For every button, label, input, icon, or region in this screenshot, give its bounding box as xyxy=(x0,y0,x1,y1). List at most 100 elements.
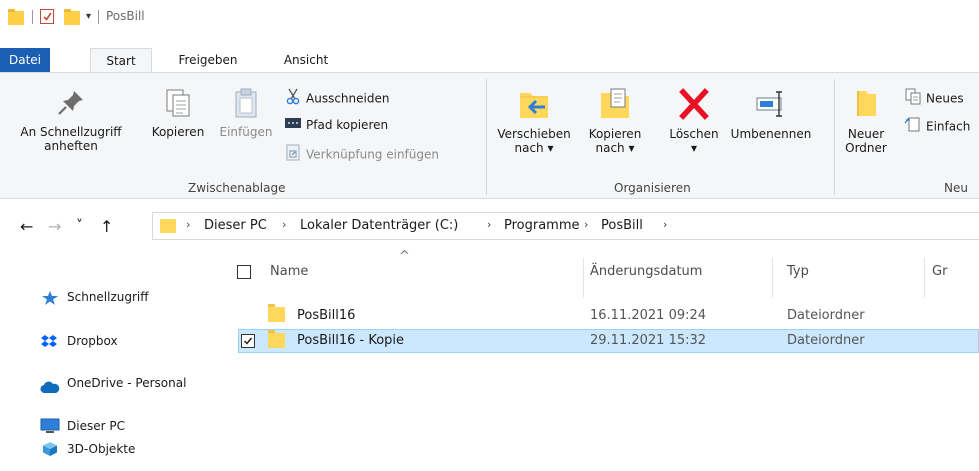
star-icon xyxy=(42,290,58,312)
move-to-label-2: nach ▾ xyxy=(514,141,554,155)
clipboard-icon xyxy=(230,87,262,119)
copy-icon xyxy=(162,87,194,119)
group-label-clipboard: Zwischenablage xyxy=(188,181,286,195)
back-button[interactable]: ← xyxy=(20,217,33,236)
group-separator xyxy=(834,79,835,195)
rename-button[interactable]: Umbenennen xyxy=(728,87,814,141)
tab-share[interactable]: Freigeben xyxy=(172,48,244,72)
copy-path-label: Pfad kopieren xyxy=(306,118,389,132)
recent-locations-button[interactable]: ˅ xyxy=(76,218,83,234)
pin-quick-access-button[interactable]: An Schnellzugriff anheften xyxy=(4,87,138,153)
path-icon xyxy=(284,116,302,136)
column-header-modified[interactable]: Änderungsdatum xyxy=(590,264,702,279)
folder-icon xyxy=(268,304,285,322)
pin-label: An Schnellzugriff xyxy=(20,125,122,139)
move-to-label: Verschieben xyxy=(497,127,571,141)
column-divider xyxy=(924,258,925,298)
row-checkbox[interactable] xyxy=(241,334,255,348)
nav-label: OneDrive - Personal xyxy=(67,376,187,390)
move-to-button[interactable]: Verschieben nach ▾ xyxy=(494,87,574,155)
folder-icon xyxy=(268,330,285,348)
tab-view[interactable]: Ansicht xyxy=(276,48,336,72)
scissors-icon xyxy=(284,87,302,111)
up-button[interactable]: ↑ xyxy=(100,217,113,236)
breadcrumb-separator: › xyxy=(186,218,191,231)
navigation-pane: Schnellzugriff Dropbox OneDrive - Person… xyxy=(0,250,215,471)
forward-button[interactable]: → xyxy=(48,217,61,236)
new-folder-icon[interactable] xyxy=(64,9,80,25)
paste-button[interactable]: Einfügen xyxy=(212,87,280,139)
copy-label: Kopieren xyxy=(151,125,205,139)
file-modified: 16.11.2021 09:24 xyxy=(590,308,707,323)
nav-item-quick-access[interactable]: Schnellzugriff xyxy=(0,286,210,308)
nav-label: Dieser PC xyxy=(67,419,125,433)
new-folder-label-2: Ordner xyxy=(845,141,887,155)
cut-label: Ausschneiden xyxy=(306,91,390,106)
ribbon: An Schnellzugriff anheften Kopieren Einf… xyxy=(0,72,979,199)
copy-to-label-2: nach ▾ xyxy=(595,141,635,155)
address-bar[interactable]: › Dieser PC › Lokaler Datenträger (C:) ›… xyxy=(152,212,979,240)
breadcrumb-programs[interactable]: Programme xyxy=(504,218,580,233)
file-modified: 29.11.2021 15:32 xyxy=(590,333,707,348)
delete-dropdown-icon[interactable]: ▾ xyxy=(662,141,726,155)
new-item-label: Neues xyxy=(926,91,964,106)
properties-icon[interactable] xyxy=(40,9,54,24)
breadcrumb-local-disk[interactable]: Lokaler Datenträger (C:) xyxy=(300,218,458,233)
table-row[interactable]: PosBill16 16.11.2021 09:24 Dateiordner xyxy=(238,304,979,328)
tab-file[interactable]: Datei xyxy=(0,48,50,72)
file-list: Name ^ Änderungsdatum Typ Gr PosBill16 1… xyxy=(225,249,979,471)
tab-start[interactable]: Start xyxy=(90,48,152,73)
column-header-type[interactable]: Typ xyxy=(787,264,809,279)
nav-item-this-pc[interactable]: Dieser PC xyxy=(0,415,210,437)
delete-label: Löschen xyxy=(669,127,719,141)
nav-item-onedrive[interactable]: OneDrive - Personal xyxy=(0,372,210,394)
paste-shortcut-label: Verknüpfung einfügen xyxy=(306,147,439,162)
copy-path-button[interactable]: Pfad kopieren xyxy=(284,115,388,135)
nav-item-3d-objects[interactable]: 3D-Objekte xyxy=(0,438,210,460)
nav-label: 3D-Objekte xyxy=(67,442,136,456)
title-bar: ▾ PosBill xyxy=(0,0,979,36)
copy-to-button[interactable]: Kopieren nach ▾ xyxy=(578,87,652,155)
breadcrumb-posbill[interactable]: PosBill xyxy=(601,218,643,233)
folder-icon xyxy=(8,9,24,25)
dropbox-icon xyxy=(40,334,58,357)
navigation-bar: ← → ˅ ↑ › Dieser PC › Lokaler Datenträge… xyxy=(0,208,979,244)
copy-to-icon xyxy=(598,87,632,121)
breadcrumb-separator: › xyxy=(487,218,492,231)
nav-item-dropbox[interactable]: Dropbox xyxy=(0,330,210,352)
pin-label-2: anheften xyxy=(44,139,98,153)
select-all-checkbox[interactable] xyxy=(237,265,251,279)
file-type: Dateiordner xyxy=(787,308,865,323)
column-header-size[interactable]: Gr xyxy=(932,264,947,279)
new-folder-icon xyxy=(852,87,880,121)
shortcut-icon xyxy=(284,143,302,167)
copy-to-label: Kopieren xyxy=(588,127,642,141)
toolbar-separator xyxy=(98,10,99,24)
copy-button[interactable]: Kopieren xyxy=(144,87,212,139)
new-folder-label: Neuer xyxy=(847,127,885,141)
group-separator xyxy=(486,79,487,195)
cut-button[interactable]: Ausschneiden xyxy=(284,87,389,107)
nav-label: Dropbox xyxy=(67,334,118,348)
cloud-icon xyxy=(40,378,60,400)
easy-access-icon xyxy=(904,115,922,139)
toolbar-separator xyxy=(32,10,33,24)
paste-label: Einfügen xyxy=(219,125,273,139)
customize-toolbar-icon[interactable]: ▾ xyxy=(86,11,91,22)
new-item-button[interactable]: Neues xyxy=(904,87,964,107)
rename-icon xyxy=(754,87,788,121)
breadcrumb-this-pc[interactable]: Dieser PC xyxy=(204,218,267,233)
pin-icon xyxy=(55,87,87,119)
file-name: PosBill16 xyxy=(297,308,356,323)
folder-icon xyxy=(160,219,176,233)
column-divider xyxy=(583,258,584,298)
easy-access-button[interactable]: Einfach xyxy=(904,115,970,135)
paste-shortcut-button[interactable]: Verknüpfung einfügen xyxy=(284,143,439,163)
file-name: PosBill16 - Kopie xyxy=(297,333,405,348)
file-type: Dateiordner xyxy=(787,333,865,348)
table-row-selected[interactable]: PosBill16 - Kopie 29.11.2021 15:32 Datei… xyxy=(238,329,979,353)
new-folder-button[interactable]: Neuer Ordner xyxy=(838,87,894,155)
ribbon-tabs: Datei Start Freigeben Ansicht xyxy=(0,48,979,73)
column-header-name[interactable]: Name xyxy=(270,264,308,279)
delete-button[interactable]: Löschen ▾ xyxy=(662,87,726,155)
